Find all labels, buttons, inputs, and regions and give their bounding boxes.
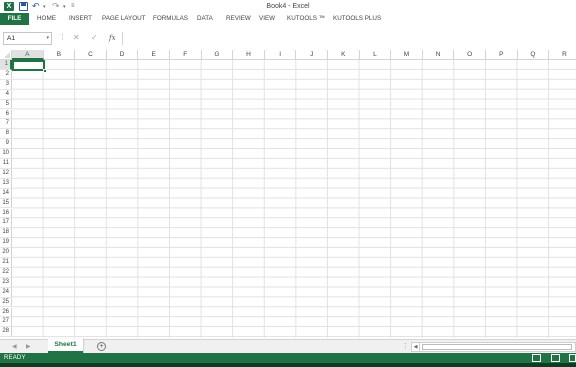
enter-check-icon[interactable]: ✓: [91, 33, 98, 43]
name-box[interactable]: A1 ▾: [3, 32, 52, 45]
name-box-value: A1: [7, 35, 15, 42]
row-header-8[interactable]: 8: [0, 129, 12, 140]
row-header-26[interactable]: 26: [0, 307, 12, 318]
row-header-12[interactable]: 12: [0, 168, 12, 179]
tab-kutools[interactable]: KUTOOLS ™: [287, 13, 325, 25]
column-header-e[interactable]: E: [138, 50, 170, 60]
formula-bar: A1 ▾ ⋮ ✕ ✓ fx: [0, 31, 576, 47]
row-header-10[interactable]: 10: [0, 149, 12, 159]
scrollbar-thumb[interactable]: [422, 344, 572, 350]
row-header-14[interactable]: 14: [0, 188, 12, 199]
row-header-16[interactable]: 16: [0, 208, 12, 219]
row-header-24[interactable]: 24: [0, 287, 12, 298]
select-all-button[interactable]: [0, 50, 12, 60]
tab-review[interactable]: REVIEW: [226, 13, 251, 25]
formula-input[interactable]: [122, 32, 576, 45]
column-header-q[interactable]: Q: [517, 50, 550, 60]
column-header-o[interactable]: O: [454, 50, 486, 60]
cell-area[interactable]: [12, 60, 576, 338]
row-header-9[interactable]: 9: [0, 139, 12, 150]
column-header-n[interactable]: N: [422, 50, 455, 60]
title-bar: X ↶ ▾ ↷ ▾ ≡ Book4 - Excel: [0, 0, 576, 13]
row-header-3[interactable]: 3: [0, 79, 12, 90]
row-header-4[interactable]: 4: [0, 89, 12, 100]
scroll-left-icon[interactable]: ◀: [412, 343, 420, 351]
row-header-11[interactable]: 11: [0, 159, 12, 169]
column-header-c[interactable]: C: [75, 50, 107, 60]
bottom-edge: [0, 363, 576, 367]
tab-kutools-plus[interactable]: KUTOOLS PLUS: [333, 13, 381, 25]
row-header-18[interactable]: 18: [0, 228, 12, 239]
row-header-2[interactable]: 2: [0, 69, 12, 80]
row-header-23[interactable]: 23: [0, 277, 12, 288]
ribbon-tabs: FILE HOME INSERT PAGE LAYOUT FORMULAS DA…: [0, 13, 576, 25]
window-title: Book4 - Excel: [266, 3, 310, 10]
column-header-m[interactable]: M: [391, 50, 423, 60]
row-header-27[interactable]: 27: [0, 317, 12, 328]
chevron-down-icon[interactable]: ▾: [46, 33, 49, 44]
column-header-a[interactable]: A: [12, 50, 44, 60]
column-header-j[interactable]: J: [296, 50, 328, 60]
row-header-19[interactable]: 19: [0, 238, 12, 249]
tab-data[interactable]: DATA: [197, 13, 213, 25]
add-sheet-icon[interactable]: +: [97, 342, 106, 351]
column-header-i[interactable]: I: [264, 50, 297, 60]
sheet-prev-icon[interactable]: ◀: [12, 341, 17, 353]
row-header-1[interactable]: 1: [0, 60, 12, 70]
row-header-21[interactable]: 21: [0, 258, 12, 268]
row-header-20[interactable]: 20: [0, 248, 12, 258]
status-bar: READY: [0, 353, 576, 363]
page-break-view-icon[interactable]: [569, 354, 576, 362]
column-header-g[interactable]: G: [201, 50, 234, 60]
column-header-l[interactable]: L: [359, 50, 392, 60]
status-text: READY: [4, 355, 26, 361]
normal-view-icon[interactable]: [532, 354, 541, 362]
row-header-25[interactable]: 25: [0, 297, 12, 308]
tab-home[interactable]: HOME: [37, 13, 56, 25]
page-layout-view-icon[interactable]: [551, 354, 560, 362]
formula-bar-resize-handle[interactable]: ⋮: [59, 33, 66, 43]
insert-function-icon[interactable]: fx: [109, 33, 116, 43]
row-header-17[interactable]: 17: [0, 218, 12, 229]
sheet-tab-bar: ◀ ▶ Sheet1 + ⋮ ◀: [0, 339, 576, 353]
tab-file[interactable]: FILE: [0, 13, 29, 25]
worksheet-grid[interactable]: ABCDEFGHIJKLMNOPQR 1 2 3 4 5 6 7 8 9 10 11 12 13 14 15…: [0, 50, 576, 338]
horizontal-scrollbar[interactable]: ◀: [411, 342, 576, 352]
column-header-b[interactable]: B: [43, 50, 76, 60]
tab-page-layout[interactable]: PAGE LAYOUT: [102, 13, 146, 25]
cancel-icon[interactable]: ✕: [73, 33, 80, 43]
tab-view[interactable]: VIEW: [259, 13, 275, 25]
sheet-tab-sheet1[interactable]: Sheet1: [48, 339, 83, 353]
active-cell-selection[interactable]: [12, 60, 45, 71]
tab-split-handle[interactable]: ⋮: [402, 342, 409, 352]
sheet-next-icon[interactable]: ▶: [26, 341, 31, 353]
column-header-r[interactable]: R: [549, 50, 576, 60]
row-header-7[interactable]: 7: [0, 119, 12, 130]
row-header-28[interactable]: 28: [0, 327, 12, 338]
row-header-13[interactable]: 13: [0, 178, 12, 189]
tab-formulas[interactable]: FORMULAS: [153, 13, 188, 25]
column-header-k[interactable]: K: [328, 50, 360, 60]
column-header-f[interactable]: F: [170, 50, 202, 60]
column-header-d[interactable]: D: [106, 50, 139, 60]
column-header-p[interactable]: P: [486, 50, 518, 60]
row-header-22[interactable]: 22: [0, 267, 12, 278]
column-header-h[interactable]: H: [233, 50, 265, 60]
fill-handle[interactable]: [43, 69, 47, 73]
tab-insert[interactable]: INSERT: [69, 13, 92, 25]
row-header-5[interactable]: 5: [0, 99, 12, 110]
row-header-6[interactable]: 6: [0, 109, 12, 120]
row-header-15[interactable]: 15: [0, 198, 12, 209]
